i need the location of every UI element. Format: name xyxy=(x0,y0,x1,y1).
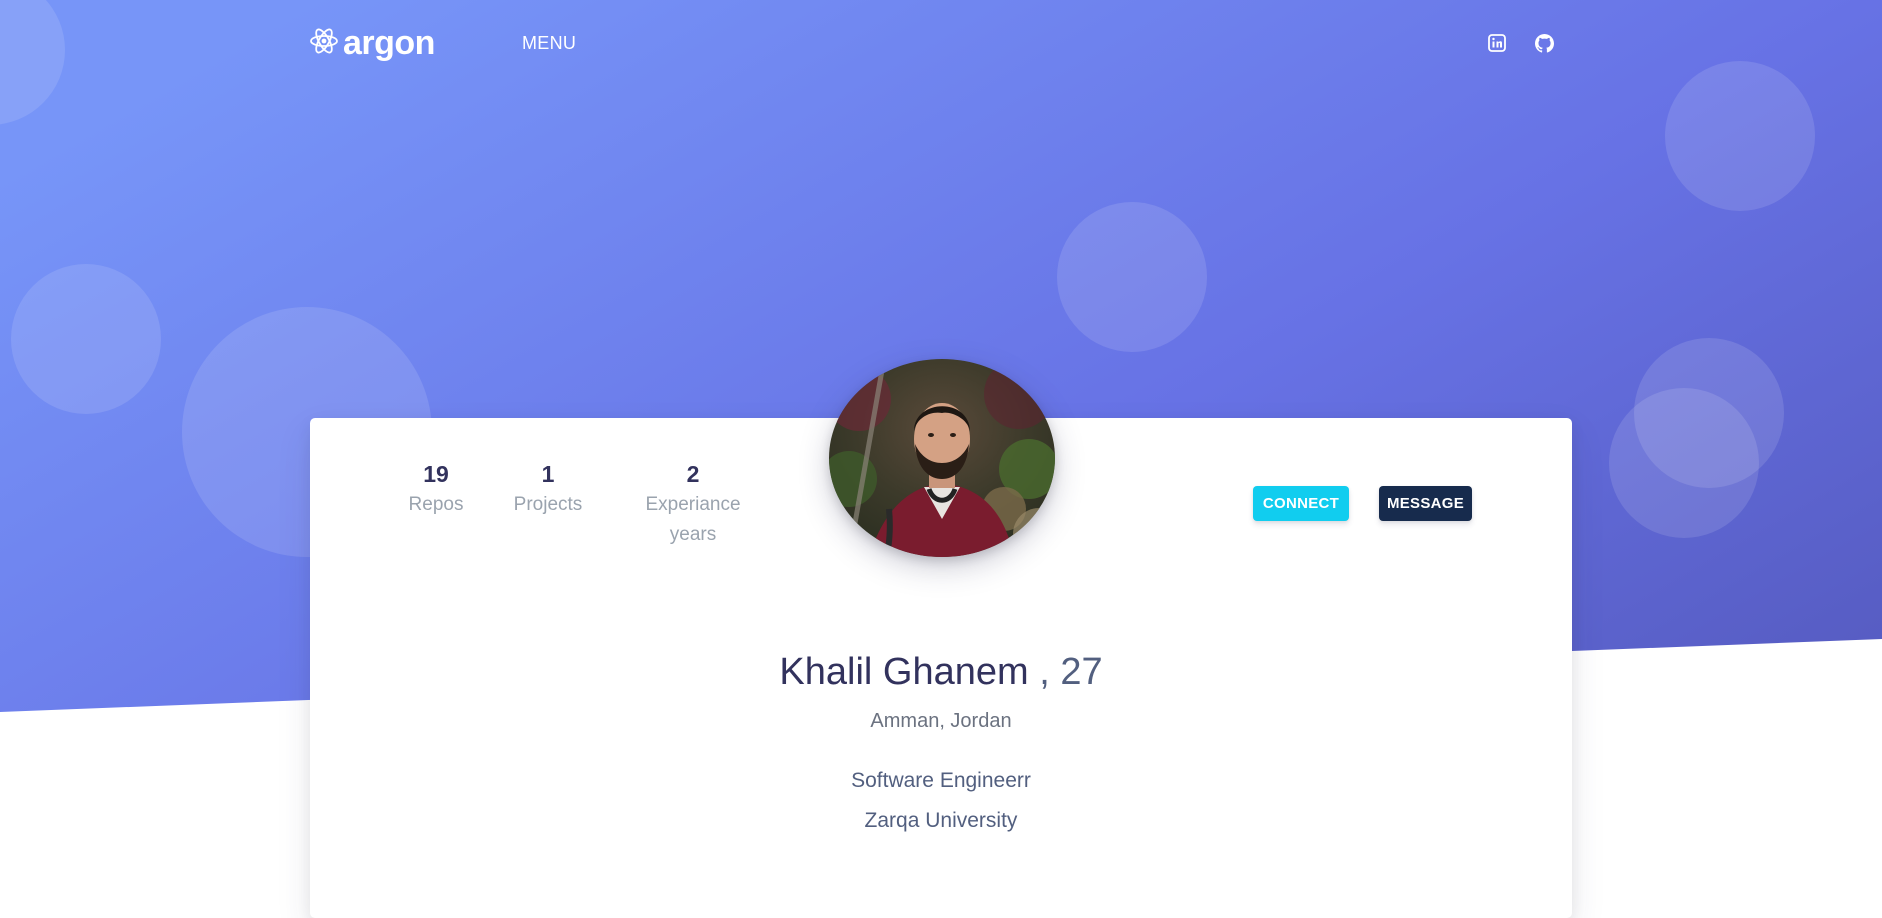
stat-label-line: Experiance xyxy=(645,494,741,515)
connect-button[interactable]: CONNECT xyxy=(1253,486,1349,521)
message-button[interactable]: MESSAGE xyxy=(1379,486,1472,521)
profile-name-heading: Khalil Ghanem , 27 xyxy=(310,648,1572,696)
stat-label: Experiance years xyxy=(633,490,753,550)
brand-name: argon xyxy=(343,24,435,62)
decorative-circle xyxy=(1609,388,1759,538)
avatar[interactable] xyxy=(829,359,1055,557)
atom-icon xyxy=(309,26,339,61)
brand-logo[interactable]: argon xyxy=(309,24,435,62)
stat-label: Repos xyxy=(408,494,464,515)
profile-age: , 27 xyxy=(1039,651,1103,693)
decorative-circle xyxy=(1057,202,1207,352)
stat-experience: 2 Experiance years xyxy=(633,460,753,550)
stat-projects: 1 Projects xyxy=(506,460,590,520)
github-icon[interactable] xyxy=(1533,32,1555,54)
linkedin-icon[interactable] xyxy=(1486,32,1508,54)
stat-value: 19 xyxy=(423,461,449,487)
stat-value: 1 xyxy=(541,461,555,487)
stat-value: 2 xyxy=(686,461,700,487)
profile-location: Amman, Jordan xyxy=(870,710,1012,732)
profile-name: Khalil Ghanem xyxy=(779,651,1029,693)
stat-label-line: years xyxy=(669,524,717,545)
navbar: argon MENU xyxy=(0,0,1882,86)
menu-link[interactable]: MENU xyxy=(522,33,576,54)
decorative-circle xyxy=(11,264,161,414)
profile-education: Zarqa University xyxy=(864,809,1018,832)
profile-job-title: Software Engineerr xyxy=(851,769,1031,792)
stat-repos: 19 Repos xyxy=(400,460,472,520)
stat-label: Projects xyxy=(513,494,583,515)
profile-photo xyxy=(829,359,1055,557)
